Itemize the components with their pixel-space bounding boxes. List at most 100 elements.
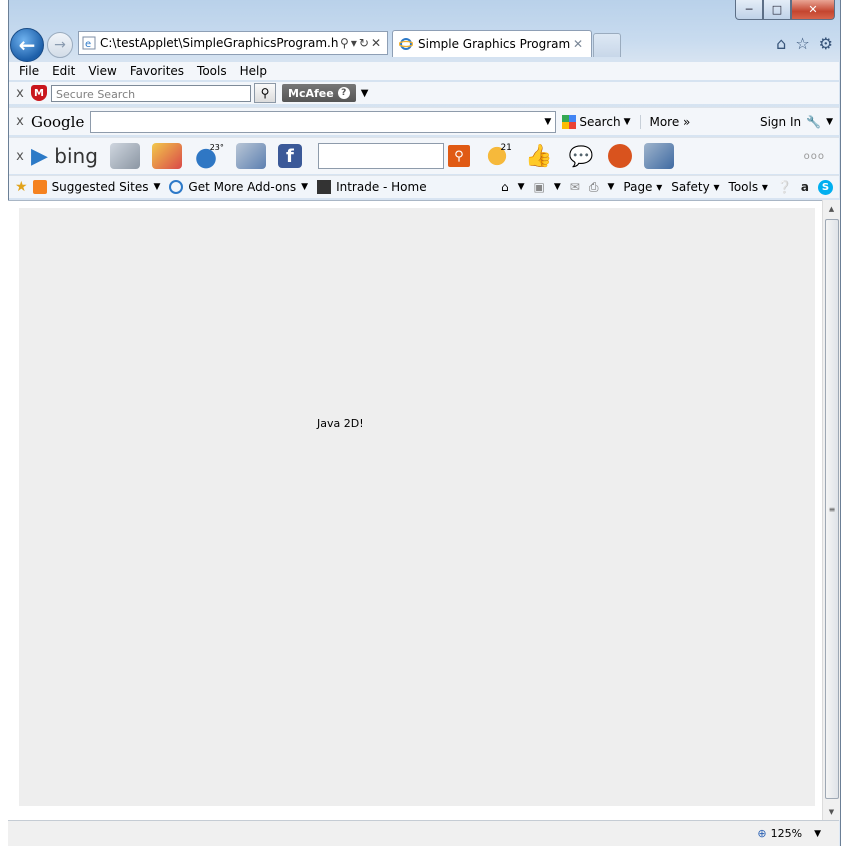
- print-icon[interactable]: ⎙: [589, 180, 599, 195]
- refresh-icon[interactable]: ↻: [359, 36, 371, 50]
- google-search-button[interactable]: Search ▼: [562, 114, 631, 129]
- dropdown-icon[interactable]: ▼: [814, 829, 821, 839]
- new-tab-button[interactable]: [593, 33, 621, 57]
- gear-icon[interactable]: ⚙: [819, 34, 833, 53]
- arrow-right-icon: →: [54, 37, 66, 53]
- zoom-icon[interactable]: ⊕: [757, 827, 766, 840]
- search-icon[interactable]: ⚲: [447, 145, 470, 167]
- favorites-star-icon[interactable]: ★: [15, 179, 28, 195]
- finance-icon[interactable]: [151, 143, 182, 169]
- favorites-star-icon[interactable]: ☆: [795, 34, 809, 53]
- java-applet[interactable]: Java 2D!: [19, 208, 815, 806]
- applet-text: Java 2D!: [317, 417, 364, 430]
- close-window-button[interactable]: ✕: [791, 0, 835, 20]
- mcafee-toolbar: x M Secure Search ⚲ McAfee ? ▼: [9, 82, 839, 104]
- secure-search-input[interactable]: Secure Search: [51, 84, 251, 102]
- wrench-icon[interactable]: 🔧: [806, 115, 821, 129]
- stop-icon[interactable]: ✕: [371, 36, 383, 50]
- vertical-scrollbar[interactable]: ▲ ≡ ▼: [822, 200, 840, 820]
- tab-simple-graphics[interactable]: Simple Graphics Program ✕: [392, 30, 592, 57]
- dropdown-icon[interactable]: ▼: [153, 182, 160, 192]
- more-button[interactable]: More »: [640, 114, 690, 129]
- more-dots[interactable]: ooo: [804, 151, 825, 162]
- address-tools[interactable]: ⚲▾↻✕: [340, 36, 387, 50]
- rss-icon[interactable]: ▣: [534, 180, 545, 194]
- help-icon[interactable]: ?: [337, 87, 350, 99]
- bing-search-input[interactable]: [317, 143, 444, 169]
- menu-file[interactable]: File: [19, 64, 39, 78]
- intrade-link[interactable]: Intrade - Home: [336, 180, 427, 194]
- scroll-down-arrow[interactable]: ▼: [823, 803, 840, 820]
- address-url[interactable]: C:\testApplet\SimpleGraphicsProgram.h: [100, 36, 340, 50]
- intrade-icon: [317, 180, 332, 194]
- help-icon[interactable]: ❔: [777, 180, 792, 194]
- bing-b-icon: ▶: [31, 143, 48, 169]
- safety-menu[interactable]: Safety ▾: [671, 180, 719, 194]
- menu-edit[interactable]: Edit: [52, 64, 75, 78]
- mcafee-brand: McAfee: [288, 86, 334, 100]
- home-icon[interactable]: ⌂: [776, 34, 786, 53]
- badge-count: 21: [500, 143, 512, 153]
- mcafee-button[interactable]: McAfee ?: [282, 84, 356, 102]
- menu-help[interactable]: Help: [240, 64, 267, 78]
- menu-favorites[interactable]: Favorites: [130, 64, 184, 78]
- scroll-thumb[interactable]: ≡: [825, 219, 839, 799]
- forward-button[interactable]: →: [47, 32, 73, 58]
- back-button[interactable]: ←: [10, 28, 44, 62]
- home-icon[interactable]: ⌂: [501, 180, 509, 194]
- video-icon[interactable]: [643, 143, 674, 169]
- facebook-icon[interactable]: f: [277, 144, 302, 168]
- bing-logo-text: bing: [54, 143, 98, 168]
- tools-menu[interactable]: Tools ▾: [729, 180, 768, 194]
- amazon-icon[interactable]: a: [801, 180, 809, 194]
- mail-icon[interactable]: ✉: [570, 180, 580, 194]
- close-tab-icon[interactable]: ✕: [573, 37, 583, 51]
- close-toolbar-icon[interactable]: x: [9, 86, 31, 101]
- menu-bar: File Edit View Favorites Tools Help: [9, 62, 839, 80]
- dropdown-icon[interactable]: ▼: [518, 182, 525, 192]
- dropdown-icon[interactable]: ▼: [826, 117, 833, 127]
- sun-badge-icon[interactable]: 21: [481, 143, 512, 169]
- menu-tools[interactable]: Tools: [197, 64, 227, 78]
- chat-icon[interactable]: 💬: [566, 143, 596, 169]
- dropdown-icon[interactable]: ▼: [361, 88, 369, 99]
- google-search-input[interactable]: ▼: [90, 110, 557, 133]
- dropdown-icon[interactable]: ▼: [607, 182, 614, 192]
- close-toolbar-icon[interactable]: x: [9, 149, 31, 164]
- dropdown-icon[interactable]: ▼: [301, 182, 308, 192]
- dropdown-icon[interactable]: ▼: [544, 117, 551, 127]
- google-search-label: Search: [579, 114, 621, 129]
- search-icon[interactable]: ⚲: [254, 83, 276, 103]
- menu-view[interactable]: View: [88, 64, 116, 78]
- favorites-add-icon[interactable]: [235, 143, 266, 169]
- maximize-button[interactable]: □: [763, 0, 791, 20]
- bing-toolbar: x ▶ bing 23° f ⚲ 21 👍 💬 ooo: [9, 137, 839, 174]
- skype-icon[interactable]: S: [818, 179, 833, 195]
- sign-in-link[interactable]: Sign In: [760, 115, 801, 129]
- dropdown-icon[interactable]: ▼: [554, 182, 561, 192]
- dropdown-icon[interactable]: ▼: [624, 117, 631, 127]
- google-logo-text: Google: [31, 112, 85, 131]
- address-bar[interactable]: e C:\testApplet\SimpleGraphicsProgram.h …: [78, 31, 388, 55]
- get-addons-link[interactable]: Get More Add-ons: [188, 180, 296, 194]
- tab-title: Simple Graphics Program: [418, 37, 571, 51]
- tools-label: Tools: [728, 180, 759, 194]
- favorites-bar: ★ Suggested Sites ▼ Get More Add-ons ▼ I…: [9, 175, 839, 198]
- close-toolbar-icon[interactable]: x: [9, 114, 31, 129]
- page-menu[interactable]: Page ▾: [623, 180, 662, 194]
- search-icon[interactable]: ⚲: [340, 36, 351, 50]
- weather-icon[interactable]: 23°: [193, 143, 224, 169]
- google-search-icon: [562, 114, 577, 129]
- radio-icon[interactable]: [607, 144, 632, 168]
- scroll-up-arrow[interactable]: ▲: [823, 200, 840, 217]
- minimize-button[interactable]: ─: [735, 0, 763, 20]
- news-icon[interactable]: [109, 143, 140, 169]
- google-logo: Google: [31, 113, 84, 131]
- browser-right-icons: ⌂ ☆ ⚙: [776, 34, 833, 53]
- dropdown-icon[interactable]: ▾: [351, 36, 359, 50]
- thumbs-up-icon[interactable]: 👍: [524, 143, 554, 169]
- zoom-level[interactable]: 125%: [771, 827, 802, 840]
- suggested-sites-icon: [32, 180, 47, 194]
- mcafee-shield-icon[interactable]: M: [31, 85, 47, 101]
- suggested-sites-link[interactable]: Suggested Sites: [52, 180, 149, 194]
